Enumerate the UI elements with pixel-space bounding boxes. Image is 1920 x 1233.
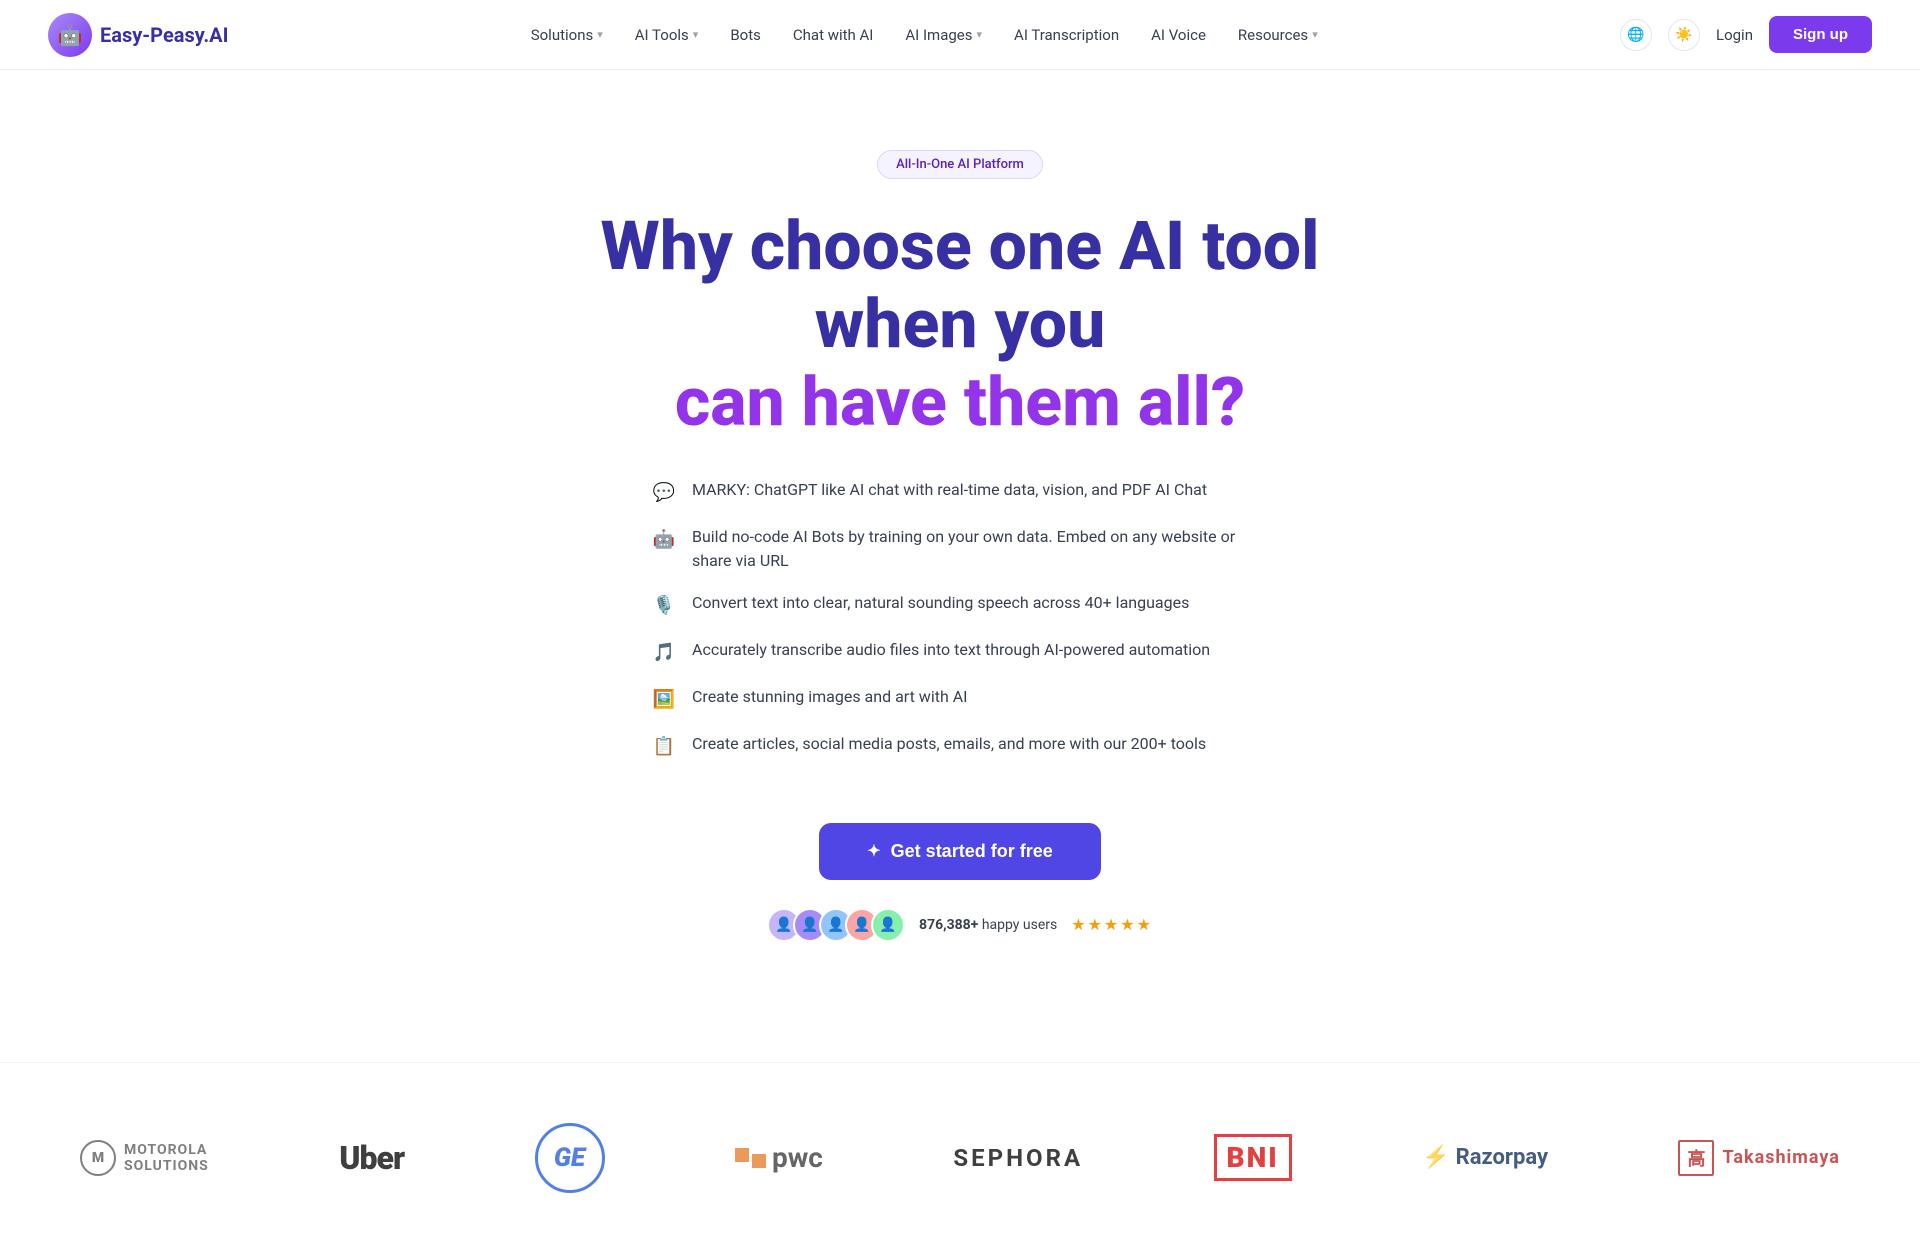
nav-link-ai-voice[interactable]: AI Voice	[1151, 26, 1206, 44]
star-rating: ★★★★★	[1071, 915, 1153, 934]
feature-text: Create stunning images and art with AI	[692, 685, 968, 709]
avatar-group: 👤 👤 👤 👤 👤	[767, 908, 905, 942]
pwc-icon	[735, 1148, 766, 1168]
feature-text: Build no-code AI Bots by training on you…	[692, 525, 1270, 573]
proof-text: 876,388+ happy users	[919, 917, 1057, 933]
logo[interactable]: 🤖 Easy-Peasy.AI	[48, 13, 228, 57]
logo-icon: 🤖	[48, 13, 92, 57]
motorola-icon: M	[80, 1140, 116, 1176]
hero-badge: All-In-One AI Platform	[877, 150, 1043, 179]
nav-link-ai-tools[interactable]: AI Tools▾	[635, 26, 699, 44]
feature-item: 🖼️ Create stunning images and art with A…	[650, 685, 1270, 714]
feature-icon: 🎙️	[650, 592, 678, 620]
logos-row: M MOTOROLASOLUTIONS Uber GE pwc SEPHORA …	[80, 1123, 1840, 1193]
feature-item: 📋 Create articles, social media posts, e…	[650, 732, 1270, 761]
navbar: 🤖 Easy-Peasy.AI Solutions▾ AI Tools▾ Bots C…	[0, 0, 1920, 70]
feature-icon: 🤖	[650, 526, 678, 554]
globe-icon[interactable]: 🌐	[1620, 19, 1652, 51]
login-link[interactable]: Login	[1716, 26, 1753, 44]
chevron-down-icon: ▾	[597, 28, 603, 41]
motorola-text: MOTOROLASOLUTIONS	[124, 1142, 209, 1174]
takashimaya-logo: 高 Takashimaya	[1678, 1140, 1839, 1176]
feature-text: Convert text into clear, natural soundin…	[692, 591, 1189, 615]
taka-icon: 高	[1678, 1140, 1714, 1176]
feature-list: 💬 MARKY: ChatGPT like AI chat with real-…	[650, 478, 1270, 779]
nav-link-resources[interactable]: Resources▾	[1238, 26, 1318, 44]
signup-button[interactable]: Sign up	[1769, 16, 1872, 53]
chevron-down-icon: ▾	[693, 28, 699, 41]
uber-logo: Uber	[339, 1139, 404, 1177]
hero-title-line1: Why choose one AI tool when you	[601, 206, 1320, 364]
hero-title-line2: can have them all?	[675, 362, 1245, 442]
pwc-logo: pwc	[735, 1141, 823, 1174]
ge-logo: GE	[535, 1123, 605, 1193]
nav-links: Solutions▾ AI Tools▾ Bots Chat with AI AI Im…	[531, 26, 1318, 44]
nav-link-ai-transcription[interactable]: AI Transcription	[1014, 26, 1119, 44]
cta-icon: ✦	[867, 841, 880, 861]
chevron-down-icon: ▾	[977, 28, 983, 41]
razorpay-icon: ⚡	[1422, 1145, 1449, 1170]
logos-section: M MOTOROLASOLUTIONS Uber GE pwc SEPHORA …	[0, 1062, 1920, 1233]
razorpay-text: Razorpay	[1456, 1145, 1548, 1170]
nav-link-ai-images[interactable]: AI Images▾	[905, 26, 982, 44]
avatar: 👤	[871, 908, 905, 942]
cta-label: Get started for free	[891, 841, 1053, 862]
feature-item: 🤖 Build no-code AI Bots by training on y…	[650, 525, 1270, 573]
logo-text: Easy-Peasy.AI	[100, 23, 228, 47]
chevron-down-icon: ▾	[1312, 28, 1318, 41]
nav-actions: 🌐 ☀️ Login Sign up	[1620, 16, 1872, 53]
feature-text: Accurately transcribe audio files into t…	[692, 638, 1210, 662]
bni-logo: BNI	[1214, 1134, 1292, 1181]
feature-icon: 🎵	[650, 639, 678, 667]
pwc-text: pwc	[772, 1141, 823, 1174]
hero-section: All-In-One AI Platform Why choose one AI…	[0, 70, 1920, 1002]
feature-text: MARKY: ChatGPT like AI chat with real-ti…	[692, 478, 1207, 502]
nav-link-bots[interactable]: Bots	[730, 26, 761, 44]
feature-icon: 💬	[650, 479, 678, 507]
user-count: 876,388+	[919, 917, 978, 933]
theme-toggle-icon[interactable]: ☀️	[1668, 19, 1700, 51]
feature-item: 🎵 Accurately transcribe audio files into…	[650, 638, 1270, 667]
feature-icon: 🖼️	[650, 686, 678, 714]
feature-item: 💬 MARKY: ChatGPT like AI chat with real-…	[650, 478, 1270, 507]
hero-title: Why choose one AI tool when you can have…	[558, 207, 1362, 442]
taka-text: Takashimaya	[1722, 1147, 1839, 1168]
nav-link-chat-with-ai[interactable]: Chat with AI	[793, 26, 874, 44]
motorola-logo: M MOTOROLASOLUTIONS	[80, 1140, 209, 1176]
cta-button[interactable]: ✦ Get started for free	[819, 823, 1100, 880]
feature-text: Create articles, social media posts, ema…	[692, 732, 1206, 756]
feature-item: 🎙️ Convert text into clear, natural soun…	[650, 591, 1270, 620]
social-proof: 👤 👤 👤 👤 👤 876,388+ happy users ★★★★★	[767, 908, 1153, 942]
feature-icon: 📋	[650, 733, 678, 761]
nav-link-solutions[interactable]: Solutions▾	[531, 26, 603, 44]
sephora-logo: SEPHORA	[953, 1144, 1083, 1172]
razorpay-logo: ⚡ Razorpay	[1422, 1145, 1548, 1170]
